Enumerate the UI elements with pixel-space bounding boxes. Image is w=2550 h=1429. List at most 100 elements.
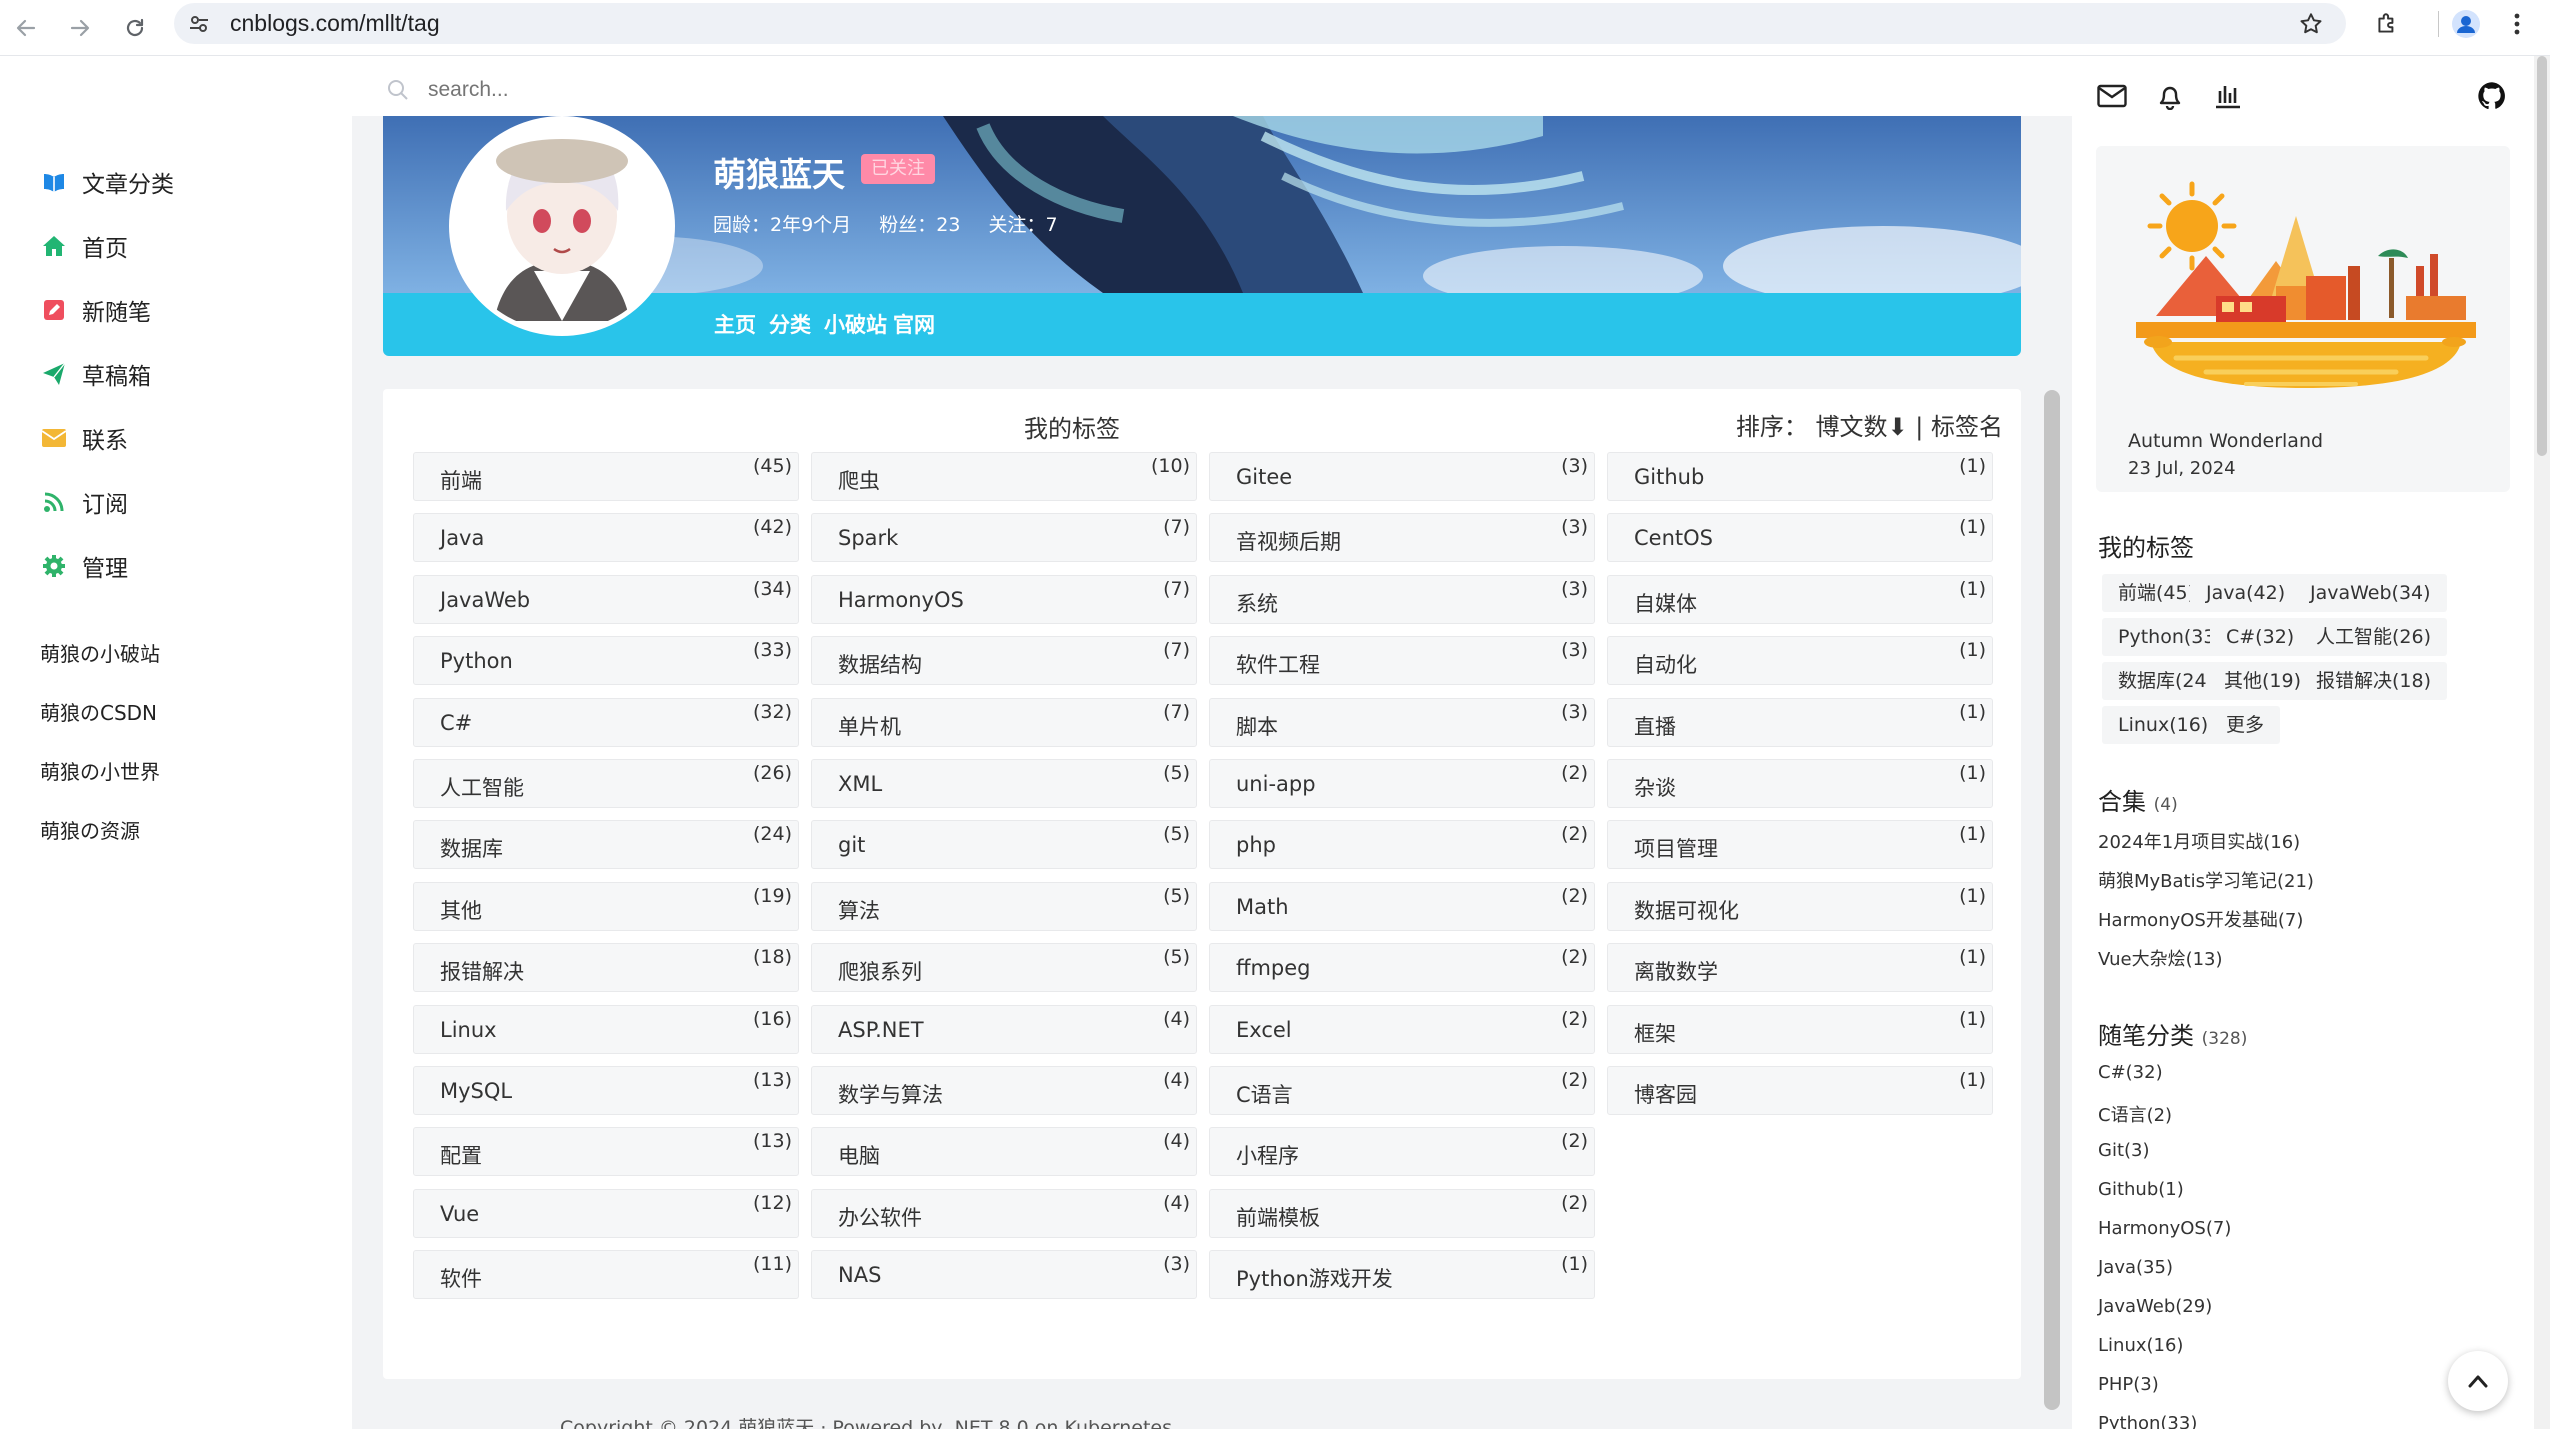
nav-site[interactable]: 小破站 (824, 309, 887, 339)
tag-name[interactable]: 小程序 (1236, 1140, 1299, 1170)
category-link[interactable]: PHP(3) (2098, 1374, 2159, 1395)
tag-item[interactable]: Vue (12) (413, 1189, 799, 1238)
tag-item[interactable]: 电脑 (4) (811, 1127, 1197, 1176)
avatar[interactable] (449, 116, 675, 336)
tag-name[interactable]: 单片机 (838, 711, 901, 741)
tag-name[interactable]: 项目管理 (1634, 833, 1718, 863)
category-link[interactable]: Java(35) (2098, 1257, 2173, 1278)
category-link[interactable]: Github(1) (2098, 1179, 2184, 1200)
tag-name[interactable]: 数据库 (440, 833, 503, 863)
tag-item[interactable]: ASP.NET (4) (811, 1005, 1197, 1054)
tag-item[interactable]: 博客园 (1) (1607, 1066, 1993, 1115)
tag-name[interactable]: 软件工程 (1236, 649, 1320, 679)
tag-name[interactable]: 直播 (1634, 711, 1676, 741)
sort-by-name-link[interactable]: 标签名 (1931, 413, 2003, 441)
tag-item[interactable]: git (5) (811, 820, 1197, 869)
tag-name[interactable]: 脚本 (1236, 711, 1278, 741)
tag-item[interactable]: 小程序 (2) (1209, 1127, 1595, 1176)
tag-name[interactable]: Vue (440, 1202, 479, 1226)
tag-name[interactable]: 离散数学 (1634, 956, 1718, 986)
category-link[interactable]: Python(33) (2098, 1413, 2197, 1429)
tag-chip[interactable]: 报错解决(18) (2300, 662, 2448, 700)
tag-item[interactable]: 人工智能 (26) (413, 759, 799, 808)
back-button[interactable] (6, 8, 46, 48)
tag-item[interactable]: 前端 (45) (413, 452, 799, 501)
tag-name[interactable]: Math (1236, 895, 1289, 919)
more-tags-chip[interactable]: 更多 (2210, 706, 2281, 744)
tag-name[interactable]: 自媒体 (1634, 588, 1697, 618)
sidebar-item-contact[interactable]: 联系 (40, 418, 128, 458)
tag-name[interactable]: git (838, 833, 865, 857)
tag-item[interactable]: MySQL (13) (413, 1066, 799, 1115)
tag-name[interactable]: 人工智能 (440, 772, 524, 802)
tag-item[interactable]: 离散数学 (1) (1607, 943, 1993, 992)
tag-name[interactable]: 报错解决 (440, 956, 524, 986)
sort-by-count-link[interactable]: 博文数⬇ (1816, 413, 1908, 441)
sidebar-item-new-post[interactable]: 新随笔 (40, 290, 151, 330)
tag-chip[interactable]: C#(32) (2210, 618, 2311, 656)
search-input[interactable] (428, 78, 828, 102)
nav-home[interactable]: 主页 (714, 309, 756, 339)
tag-name[interactable]: Github (1634, 465, 1704, 489)
tag-name[interactable]: 算法 (838, 895, 880, 925)
collection-link[interactable]: 萌狼MyBatis学习笔记(21) (2098, 867, 2314, 893)
back-to-top-button[interactable] (2448, 1351, 2508, 1411)
tag-name[interactable]: Python游戏开发 (1236, 1263, 1393, 1293)
tag-item[interactable]: 自动化 (1) (1607, 636, 1993, 685)
nav-official[interactable]: 官网 (893, 309, 935, 339)
tag-name[interactable]: 数据结构 (838, 649, 922, 679)
tag-item[interactable]: 办公软件 (4) (811, 1189, 1197, 1238)
tag-name[interactable]: ASP.NET (838, 1018, 924, 1042)
sidebar-link-csdn[interactable]: 萌狼のCSDN (40, 697, 157, 726)
tag-item[interactable]: 直播 (1) (1607, 698, 1993, 747)
tag-name[interactable]: 电脑 (838, 1140, 880, 1170)
profile-button[interactable] (2446, 4, 2486, 44)
tag-item[interactable]: 数据可视化 (1) (1607, 882, 1993, 931)
tag-name[interactable]: 自动化 (1634, 649, 1697, 679)
tag-name[interactable]: C语言 (1236, 1079, 1293, 1109)
category-link[interactable]: JavaWeb(29) (2098, 1296, 2212, 1317)
tag-name[interactable]: Python (440, 649, 513, 673)
sidebar-item-categories[interactable]: 文章分类 (40, 162, 174, 202)
tag-item[interactable]: 杂谈 (1) (1607, 759, 1993, 808)
profile-name[interactable]: 萌狼蓝天 (713, 148, 845, 196)
tag-item[interactable]: 脚本 (3) (1209, 698, 1595, 747)
category-link[interactable]: C语言(2) (2098, 1101, 2172, 1127)
tag-item[interactable]: 算法 (5) (811, 882, 1197, 931)
tag-name[interactable]: 爬虫 (838, 465, 880, 495)
category-link[interactable]: HarmonyOS(7) (2098, 1218, 2231, 1239)
tag-item[interactable]: 报错解决 (18) (413, 943, 799, 992)
tag-item[interactable]: Gitee (3) (1209, 452, 1595, 501)
tag-item[interactable]: uni-app (2) (1209, 759, 1595, 808)
tag-item[interactable]: 项目管理 (1) (1607, 820, 1993, 869)
tag-name[interactable]: 杂谈 (1634, 772, 1676, 802)
tag-name[interactable]: Excel (1236, 1018, 1292, 1042)
tag-item[interactable]: 前端模板 (2) (1209, 1189, 1595, 1238)
tag-name[interactable]: XML (838, 772, 882, 796)
tag-item[interactable]: Python游戏开发 (1) (1209, 1250, 1595, 1299)
notifications-button[interactable] (2152, 78, 2188, 114)
tag-item[interactable]: XML (5) (811, 759, 1197, 808)
tag-item[interactable]: 单片机 (7) (811, 698, 1197, 747)
tag-item[interactable]: 爬虫 (10) (811, 452, 1197, 501)
tag-name[interactable]: CentOS (1634, 526, 1713, 550)
sidebar-item-home[interactable]: 首页 (40, 226, 128, 266)
content-scrollbar[interactable] (2044, 390, 2060, 1410)
nav-categories[interactable]: 分类 (769, 309, 811, 339)
tag-name[interactable]: HarmonyOS (838, 588, 964, 612)
tag-name[interactable]: 前端模板 (1236, 1202, 1320, 1232)
tag-item[interactable]: C语言 (2) (1209, 1066, 1595, 1115)
sidebar-link-bilibili[interactable]: 萌狼の小破站 (40, 638, 160, 667)
tag-name[interactable]: ffmpeg (1236, 956, 1311, 980)
tag-chip[interactable]: Linux(16) (2102, 706, 2225, 744)
tag-item[interactable]: HarmonyOS (7) (811, 575, 1197, 624)
scrollbar-thumb[interactable] (2537, 56, 2547, 456)
sidebar-item-subscribe[interactable]: 订阅 (40, 482, 128, 522)
tag-name[interactable]: 配置 (440, 1140, 482, 1170)
category-link[interactable]: C#(32) (2098, 1062, 2163, 1083)
page-scrollbar[interactable] (2534, 56, 2550, 1429)
tag-item[interactable]: 爬狼系列 (5) (811, 943, 1197, 992)
tag-item[interactable]: Math (2) (1209, 882, 1595, 931)
collection-link[interactable]: Vue大杂烩(13) (2098, 945, 2223, 971)
tag-item[interactable]: 自媒体 (1) (1607, 575, 1993, 624)
